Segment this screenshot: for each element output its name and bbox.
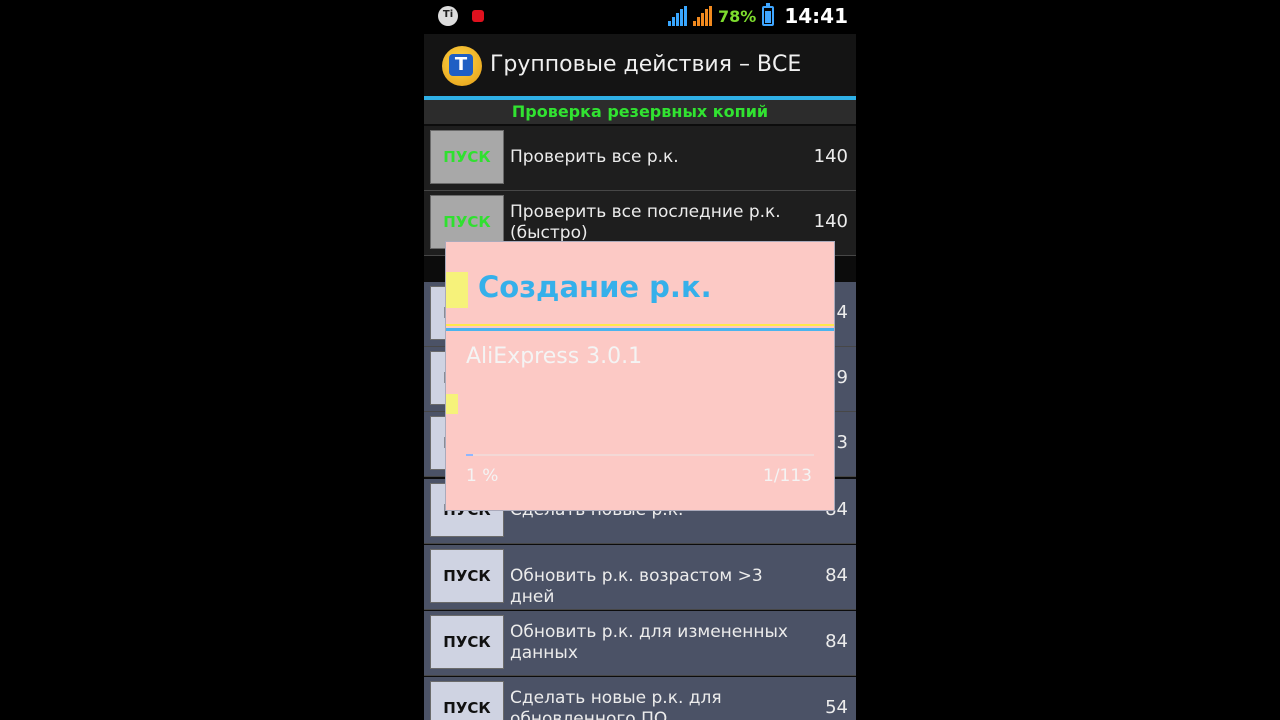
action-row: ПУСК Сделать новые р.к. для обновленного…	[424, 677, 856, 720]
row-label: Сделать новые р.к. для обновленного ПО	[510, 688, 722, 720]
run-button[interactable]: ПУСК	[430, 549, 504, 603]
record-icon	[472, 10, 484, 22]
run-button[interactable]: ПУСК	[430, 615, 504, 669]
status-bar: Ti 78% 14:41	[424, 0, 856, 34]
row-count: 140	[813, 211, 848, 232]
action-row: ПУСК Обновить р.к. возрастом >3 дней 84	[424, 545, 856, 610]
row-count: 84	[825, 631, 848, 652]
run-button[interactable]: ПУСК	[430, 681, 504, 720]
signal-icon	[668, 6, 688, 26]
row-label: Обновить р.к. возрастом >3 дней	[510, 566, 763, 607]
row-count: 140	[813, 146, 848, 167]
glitch-artifact	[446, 394, 458, 414]
page-title: Групповые действия – ВСЕ	[490, 52, 802, 77]
dialog-divider	[446, 324, 834, 326]
app-logo-icon[interactable]: T	[442, 46, 482, 86]
row-label: Проверить все р.к.	[510, 147, 679, 167]
dialog-title: Создание р.к.	[478, 270, 712, 304]
progress-fill	[466, 454, 473, 456]
run-button[interactable]: ПУСК	[430, 195, 504, 249]
progress-percent: 1 %	[466, 466, 499, 486]
signal-icon-2	[693, 6, 713, 26]
run-button[interactable]: ПУСК	[430, 130, 504, 184]
glitch-artifact	[446, 272, 468, 308]
dialog-divider-accent	[446, 328, 834, 331]
progress-bar	[466, 454, 814, 456]
progress-dialog: Создание р.к. AliExpress 3.0.1 1 % 1/113	[446, 242, 834, 510]
row-count: 84	[825, 565, 848, 586]
row-label: Обновить р.к. для измененных данных	[510, 622, 788, 663]
row-count: 54	[825, 697, 848, 718]
section-header: Проверка резервных копий	[424, 100, 856, 124]
action-row: ПУСК Проверить все р.к. 140	[424, 126, 856, 191]
row-label: Проверить все последние р.к. (быстро)	[510, 202, 781, 243]
battery-percent: 78%	[718, 6, 757, 26]
action-row: ПУСК Обновить р.к. для измененных данных…	[424, 611, 856, 676]
titanium-notification-icon: Ti	[438, 6, 458, 26]
progress-counter: 1/113	[763, 466, 812, 486]
section-title: Проверка резервных копий	[511, 102, 769, 121]
action-bar: T Групповые действия – ВСЕ	[424, 34, 856, 96]
dialog-app-name: AliExpress 3.0.1	[466, 344, 643, 369]
clock: 14:41	[784, 4, 848, 28]
phone-screen: Ti 78% 14:41 T Групповые действия – ВСЕ …	[424, 0, 856, 720]
battery-icon	[762, 3, 775, 26]
